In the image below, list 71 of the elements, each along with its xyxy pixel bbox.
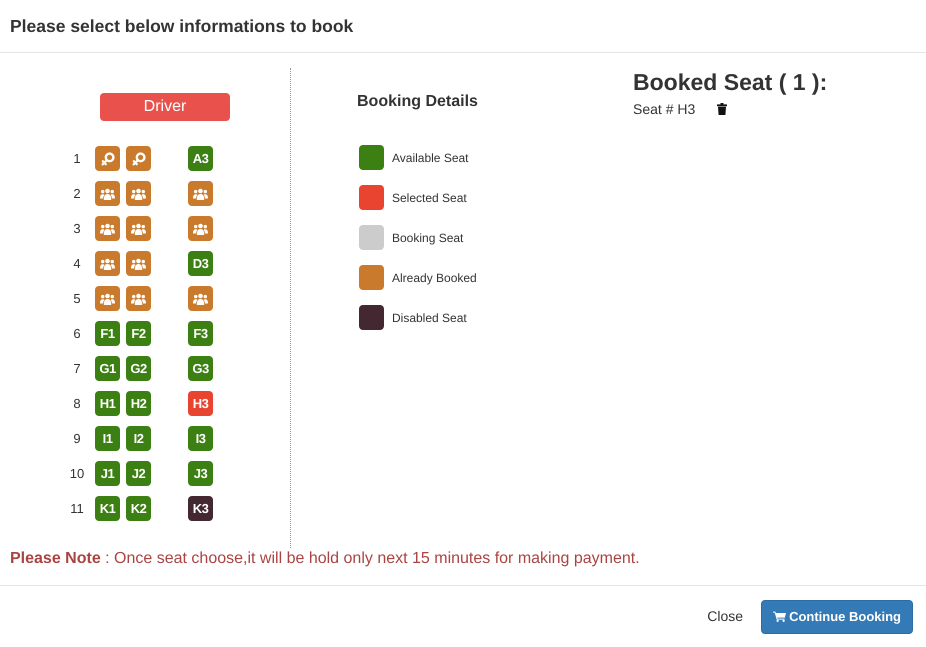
seat-button[interactable] (95, 181, 120, 206)
seat-button[interactable] (188, 286, 213, 311)
continue-booking-button[interactable]: Continue Booking (761, 600, 913, 634)
seat-button[interactable] (188, 216, 213, 241)
seat-button[interactable] (126, 181, 151, 206)
legend-label: Selected Seat (392, 190, 467, 206)
people-group-icon (100, 222, 115, 234)
seat-button[interactable]: J3 (188, 461, 213, 486)
seat-button[interactable] (95, 251, 120, 276)
people-group-icon (193, 292, 208, 304)
people-group-icon (131, 258, 146, 270)
legend-title: Booking Details (357, 93, 478, 111)
legend-label: Disabled Seat (392, 310, 467, 326)
seat-button[interactable] (126, 251, 151, 276)
booked-seat-label: Seat # H3 (633, 100, 696, 118)
seat-button[interactable]: H2 (126, 391, 151, 416)
payment-note: Please Note : Once seat choose,it will be hold only next 15 minutes for making payment. (10, 549, 640, 569)
row-number: 2 (72, 186, 82, 202)
driver-banner: Driver (100, 93, 230, 121)
row-number: 6 (72, 326, 82, 342)
seat-button[interactable]: I3 (188, 426, 213, 451)
seat-button[interactable]: H3 (188, 391, 213, 416)
seat-button[interactable]: J1 (95, 461, 120, 486)
people-group-icon (193, 222, 208, 234)
seat-button[interactable]: F1 (95, 321, 120, 346)
row-number: 4 (72, 256, 82, 272)
legend-label: Already Booked (392, 270, 477, 286)
row-number: 3 (72, 220, 82, 236)
close-button[interactable]: Close (695, 600, 756, 634)
cart-icon (773, 611, 786, 622)
row-number: 10 (68, 466, 86, 482)
seat-button[interactable] (126, 146, 151, 171)
seat-button[interactable]: G3 (188, 356, 213, 381)
seat-button[interactable]: K2 (126, 496, 151, 521)
seat-button[interactable]: K1 (95, 496, 120, 521)
people-group-icon (131, 292, 146, 304)
people-group-icon (131, 188, 146, 200)
seat-button[interactable] (95, 286, 120, 311)
row-number: 11 (69, 500, 85, 516)
seat-button[interactable]: F3 (188, 321, 213, 346)
seat-button[interactable] (95, 146, 120, 171)
people-group-icon (100, 188, 115, 200)
people-group-icon (193, 188, 208, 200)
row-number: 7 (72, 360, 82, 376)
row-number: 9 (72, 430, 82, 446)
seat-button[interactable] (188, 181, 213, 206)
dialog-title: Please select below informations to book (10, 15, 354, 37)
seat-button[interactable]: J2 (126, 461, 151, 486)
seat-button[interactable] (126, 216, 151, 241)
booked-seats-heading: Booked Seat ( 1 ): (633, 69, 828, 95)
seat-button[interactable]: I2 (126, 426, 151, 451)
row-number: 8 (72, 396, 82, 412)
legend-label: Available Seat (392, 150, 468, 166)
seat-button[interactable]: A3 (188, 146, 213, 171)
female-symbol-icon (100, 152, 114, 166)
female-symbol-icon (132, 152, 146, 166)
people-group-icon (100, 292, 115, 304)
legend-label: Booking Seat (392, 230, 464, 246)
row-number: 5 (72, 290, 82, 306)
seat-button[interactable]: D3 (188, 251, 213, 276)
seat-button[interactable]: G1 (95, 356, 120, 381)
seat-button[interactable] (95, 216, 120, 241)
people-group-icon (100, 258, 115, 270)
seat-button[interactable]: I1 (95, 426, 120, 451)
seat-button[interactable]: H1 (95, 391, 120, 416)
trash-icon[interactable] (717, 103, 728, 115)
people-group-icon (131, 222, 146, 234)
seat-button[interactable]: F2 (126, 321, 151, 346)
seat-button[interactable]: G2 (126, 356, 151, 381)
seat-button[interactable] (126, 286, 151, 311)
row-number: 1 (72, 150, 82, 166)
